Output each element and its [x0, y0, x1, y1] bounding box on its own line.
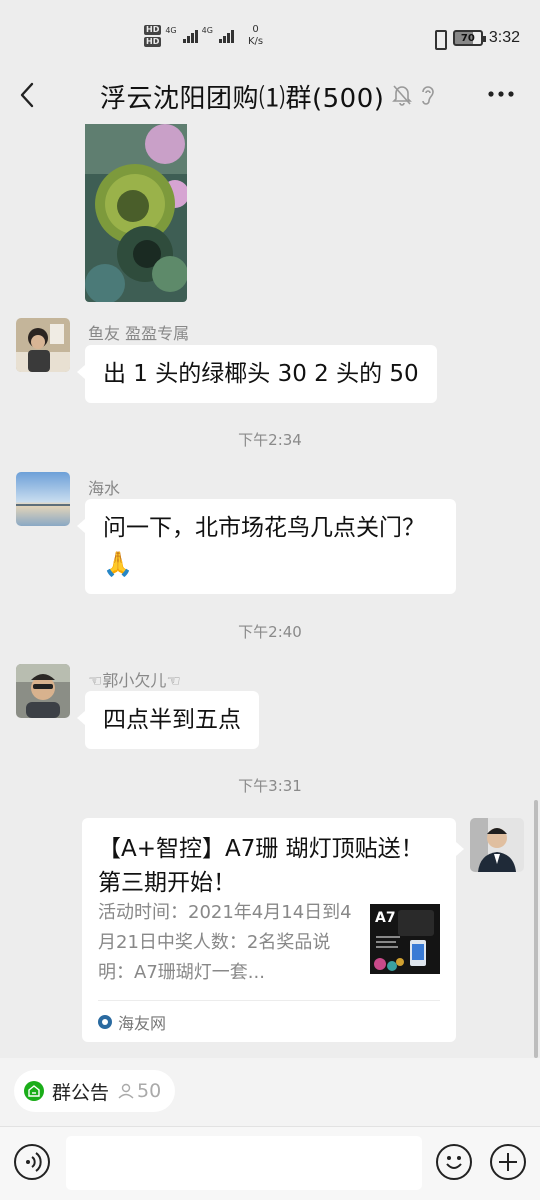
sender-name: ☜郭小欠儿☜ — [88, 671, 181, 690]
message-list[interactable]: 鱼友 盈盈专属 出 1 头的绿椰头 30 2 头的 50 下午2:34 海水 问… — [0, 124, 540, 1058]
network-indicators: HD HD 4G 4G 0 K/s — [144, 24, 263, 48]
chat-title: 浮云沈阳团购⑴群(500) — [100, 84, 385, 114]
message-input[interactable] — [66, 1136, 422, 1190]
signal-icon-2 — [218, 29, 234, 43]
my-avatar[interactable] — [470, 818, 524, 872]
chat-header: 浮云沈阳团购⑴群(500) — [0, 66, 540, 124]
avatar[interactable] — [16, 318, 70, 372]
sender-name: 鱼友 盈盈专属 — [88, 324, 190, 343]
net-speed: 0 K/s — [247, 24, 264, 47]
signal-label-2: 4G — [201, 25, 213, 35]
notice-bar: 群公告 50 — [0, 1058, 540, 1126]
source-logo-icon — [98, 1015, 112, 1029]
mute-bell-icon — [392, 85, 412, 106]
card-divider — [98, 1000, 440, 1001]
sender-name: 海水 — [88, 479, 121, 498]
message-bubble[interactable]: 问一下，北市场花鸟几点关门？ 🙏 — [77, 499, 456, 594]
voice-toggle-button[interactable] — [14, 1144, 50, 1180]
back-icon[interactable] — [14, 80, 42, 110]
signal-icon — [182, 29, 198, 43]
card-thumbnail: A7 — [370, 904, 440, 974]
notice-count: 50 — [117, 1080, 161, 1102]
voice-icon — [26, 1152, 42, 1172]
signal-label-1: 4G — [165, 25, 177, 35]
scrollbar[interactable] — [534, 800, 538, 1058]
person-icon — [118, 1083, 134, 1099]
avatar[interactable] — [16, 472, 70, 526]
earpiece-icon — [422, 86, 434, 105]
group-notice-button[interactable]: 群公告 50 — [14, 1070, 176, 1112]
card-source: 海友网 — [98, 1010, 166, 1034]
plus-icon — [499, 1153, 517, 1171]
pray-emoji-icon: 🙏 — [103, 550, 133, 578]
hd-badge-2: HD — [144, 37, 162, 47]
timestamp: 下午2:40 — [238, 623, 302, 641]
vibrate-icon — [431, 28, 447, 50]
avatar[interactable] — [16, 664, 70, 718]
hd-badge-1: HD — [144, 25, 162, 35]
emoji-button[interactable] — [436, 1144, 472, 1180]
image-message[interactable] — [85, 124, 187, 302]
smiley-icon — [446, 1156, 462, 1169]
more-icon[interactable] — [486, 82, 516, 106]
thumb-label: A7 — [375, 910, 396, 926]
message-bubble[interactable]: 四点半到五点 — [77, 691, 259, 749]
card-description: 活动时间：2021年4月14日到4月21日中奖人数：2名奖品说明：A7珊瑚灯一套… — [98, 902, 352, 983]
timestamp: 下午2:34 — [238, 431, 302, 449]
more-functions-button[interactable] — [490, 1144, 526, 1180]
message-bubble[interactable]: 出 1 头的绿椰头 30 2 头的 50 — [77, 345, 437, 403]
notice-label: 群公告 — [52, 1081, 110, 1104]
notice-icon — [24, 1081, 44, 1101]
link-card[interactable]: 【A+智控】A7珊 瑚灯顶贴送！第三期开始！ 活动时间：2021年4月14日到4… — [82, 818, 464, 1042]
clock: 3:32 — [488, 29, 520, 46]
timestamp: 下午3:31 — [238, 777, 302, 795]
status-bar: HD HD 4G 4G 0 K/s 70 3:32 — [0, 0, 540, 66]
battery-icon: 70 — [452, 30, 486, 46]
input-bar — [0, 1126, 540, 1200]
coral-photo — [85, 124, 187, 302]
card-title: 【A+智控】A7珊 瑚灯顶贴送！第三期开始！ — [98, 836, 424, 896]
